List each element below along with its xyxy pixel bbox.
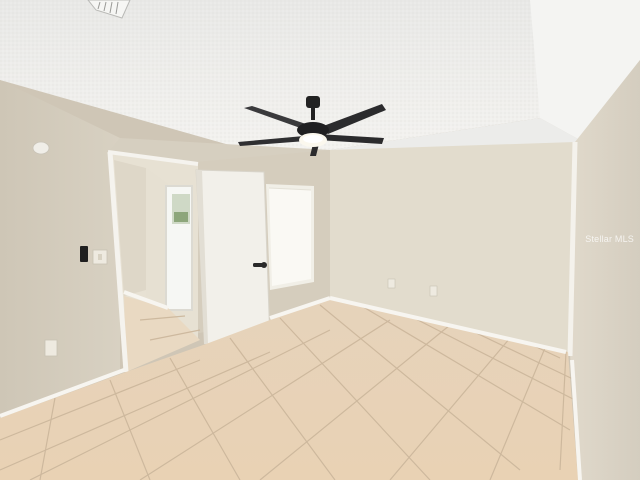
room-illustration: [0, 0, 640, 480]
watermark-text: Stellar MLS: [585, 234, 634, 244]
open-door[interactable]: [195, 169, 271, 345]
smoke-detector-icon: [32, 141, 50, 155]
left-wall: [0, 80, 120, 418]
window: [266, 184, 314, 290]
empty-room-photo: Stellar MLS: [0, 0, 640, 480]
